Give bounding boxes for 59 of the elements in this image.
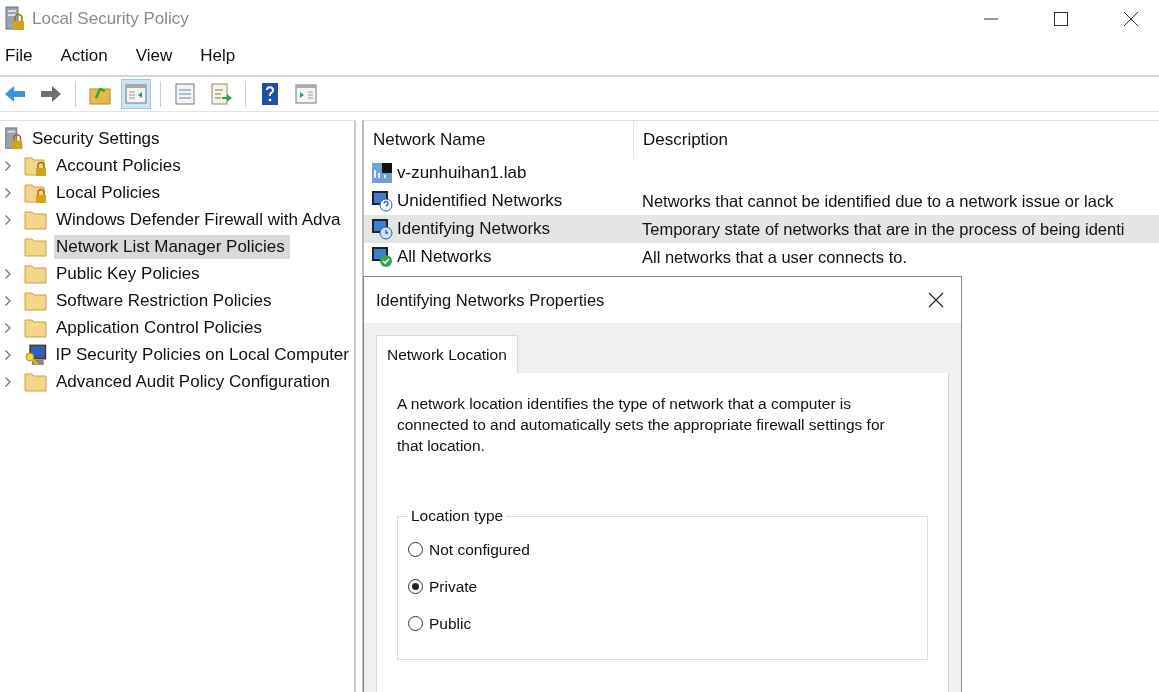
list-row[interactable]: Identifying Networks Temporary state of networks that are in the process of being identi: [364, 215, 1159, 243]
radio-button[interactable]: [408, 542, 423, 557]
computer-key-icon: [23, 342, 48, 367]
chevron-right-icon[interactable]: [4, 159, 12, 172]
group-label: Location type: [408, 507, 507, 525]
network-description: Networks that cannot be identified due to a network issue or lack: [642, 191, 1114, 211]
description-text: A network location identifies the type of network that a computer is connected to and automatically sets the appropriate firewall settings for that location.: [397, 394, 886, 456]
list-row[interactable]: All Networks All networks that a user connects to.: [364, 243, 1159, 271]
chevron-right-icon[interactable]: [4, 348, 12, 361]
network-description: All networks that a user connects to.: [642, 247, 908, 267]
window-pane-icon: [294, 82, 318, 106]
menu-item[interactable]: Action: [60, 46, 130, 66]
export-icon: [209, 82, 233, 106]
chevron-right-icon[interactable]: [4, 186, 12, 199]
window-title: Local Security Policy: [32, 8, 189, 29]
chevron-right-icon[interactable]: [4, 213, 12, 226]
tree-item[interactable]: Software Restriction Policies: [54, 288, 277, 313]
network-clock-icon: [371, 218, 393, 240]
network-description: Temporary state of networks that are in the process of being identi: [642, 219, 1125, 239]
chevron-right-icon[interactable]: [4, 267, 12, 280]
dialog-title: Identifying Networks Properties: [376, 290, 605, 310]
document-icon: [173, 82, 197, 106]
network-name: v-zunhuihan1.lab: [397, 163, 527, 183]
tree-item[interactable]: Advanced Audit Policy Configuration: [54, 369, 336, 394]
window-pane-icon: [124, 82, 148, 106]
network-check-icon: [371, 246, 393, 268]
list-row[interactable]: Unidentified Networks Networks that cannot be identified due to a network issue or lack: [364, 187, 1159, 215]
close-icon[interactable]: [928, 292, 944, 308]
radio-label[interactable]: Not configured: [429, 540, 530, 559]
tree-item[interactable]: Windows Defender Firewall with Adva: [54, 207, 346, 232]
network-name: Identifying Networks: [397, 219, 551, 239]
network-name: All Networks: [397, 247, 492, 267]
tree-item[interactable]: IP Security Policies on Local Computer: [53, 342, 354, 367]
radio-button[interactable]: [408, 579, 423, 594]
column-header[interactable]: Description: [633, 121, 1159, 159]
tree-item[interactable]: Application Control Policies: [54, 315, 267, 340]
menu-item[interactable]: View: [135, 46, 195, 66]
server-lock-icon: [4, 5, 26, 32]
network-question-icon: [371, 190, 393, 212]
network-domain-icon: [371, 162, 393, 184]
menu-item[interactable]: File: [5, 46, 55, 66]
tree-item[interactable]: Public Key Policies: [54, 261, 205, 286]
tree-item[interactable]: Network List Manager Policies: [54, 234, 290, 259]
chevron-right-icon[interactable]: [4, 321, 12, 334]
tab[interactable]: Network Location: [376, 335, 518, 373]
radio-label[interactable]: Private: [429, 577, 478, 596]
chevron-right-icon[interactable]: [4, 375, 12, 388]
chevron-right-icon[interactable]: [4, 294, 12, 307]
tree-item[interactable]: Account Policies: [54, 153, 186, 178]
radio-label[interactable]: Public: [429, 614, 472, 633]
list-row[interactable]: v-zunhuihan1.lab: [364, 159, 1159, 187]
tree-item[interactable]: Security Settings: [30, 126, 165, 151]
column-header[interactable]: Network Name: [364, 121, 633, 159]
network-name: Unidentified Networks: [397, 191, 563, 211]
radio-button[interactable]: [408, 616, 423, 631]
close-icon[interactable]: [1123, 10, 1139, 27]
maximize-icon[interactable]: [1053, 10, 1069, 27]
tree-item[interactable]: Local Policies: [54, 180, 165, 205]
menu-item[interactable]: Help: [200, 46, 258, 66]
